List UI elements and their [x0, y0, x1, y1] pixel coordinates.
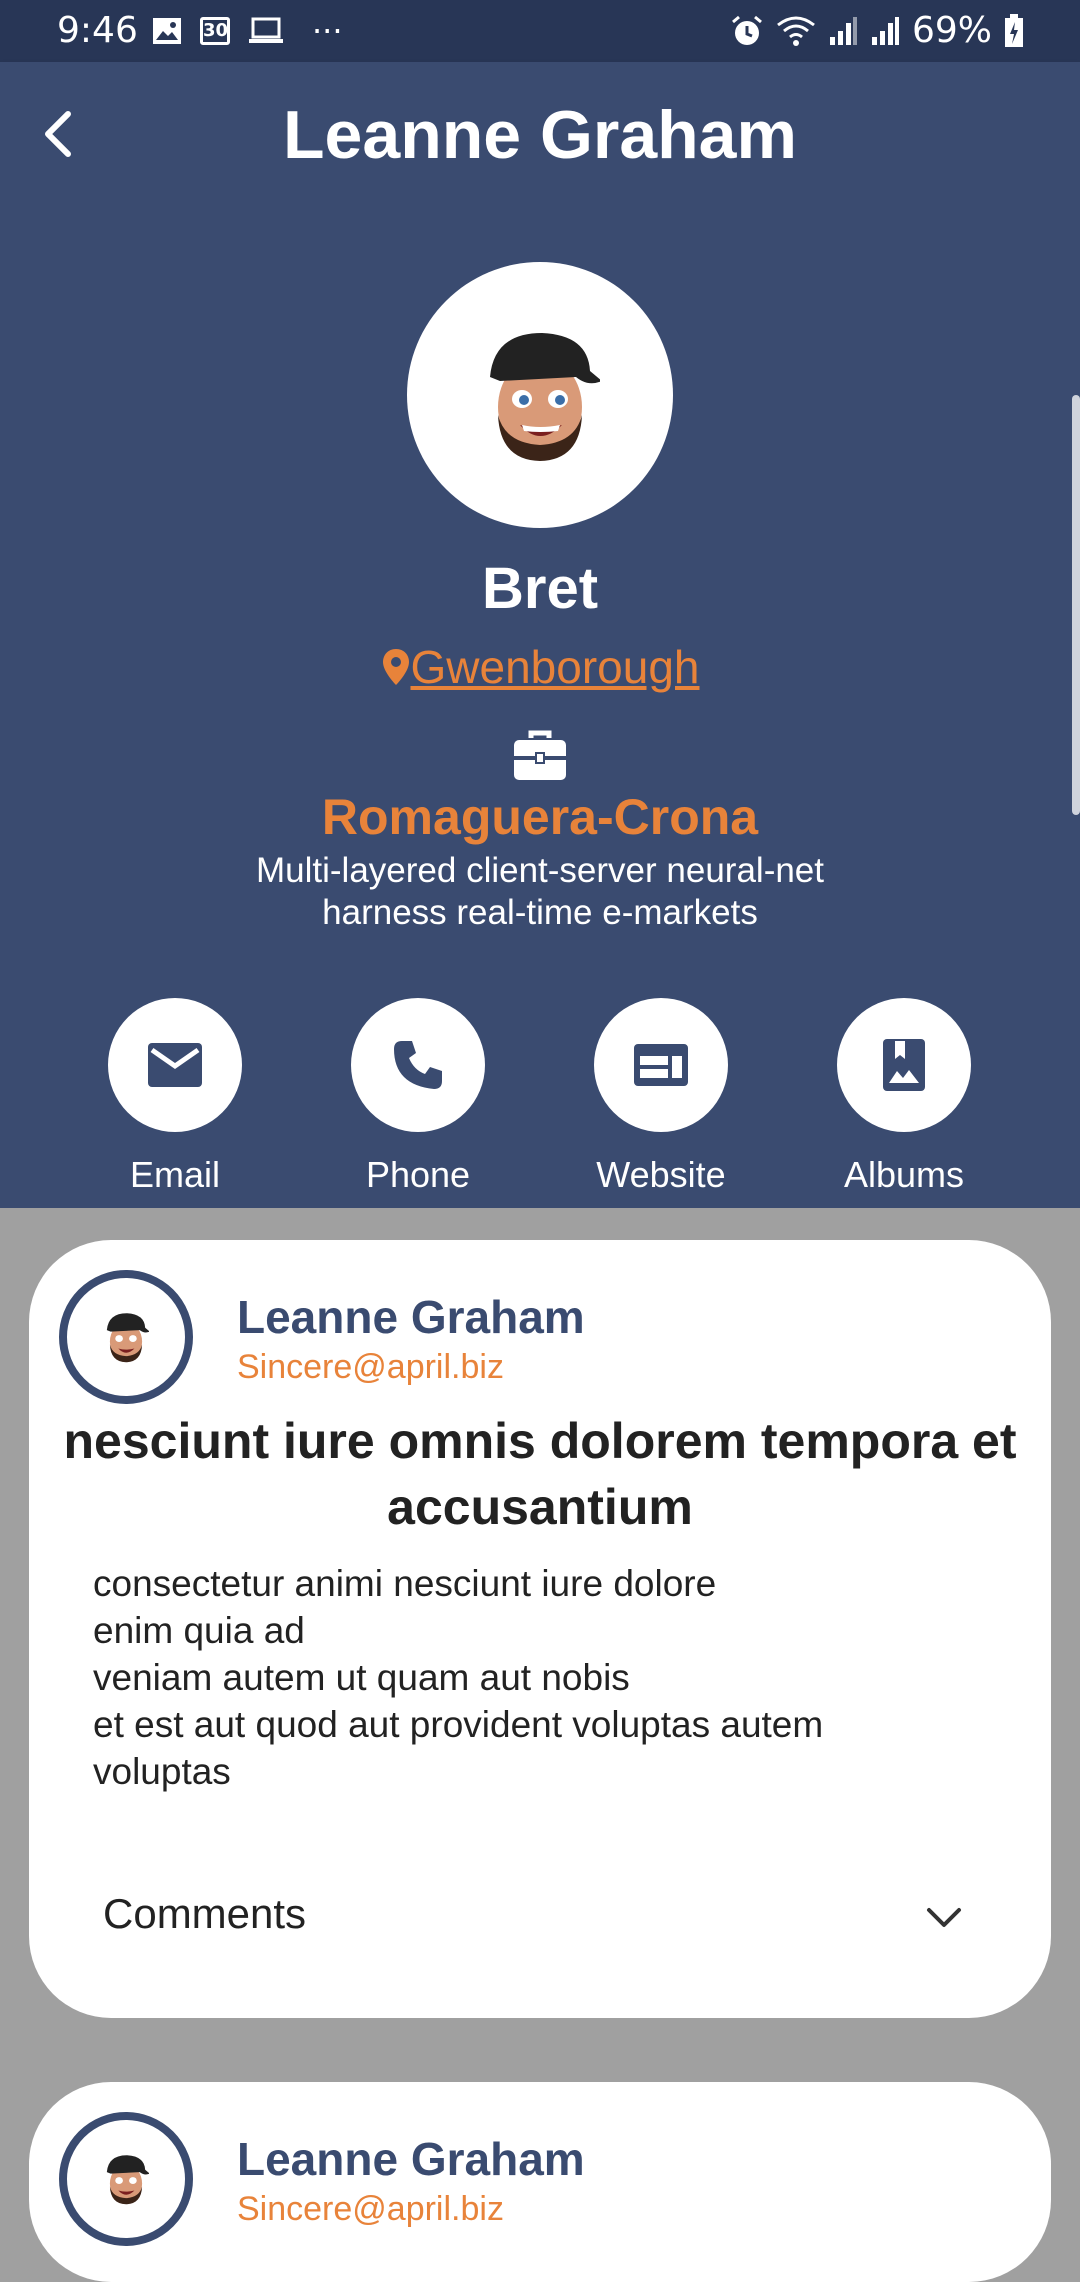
phone-button[interactable]: Phone — [318, 998, 518, 1196]
post-author-avatar — [59, 1270, 193, 1404]
post-author-name: Leanne Graham — [237, 1291, 585, 1343]
phone-icon — [394, 1041, 442, 1089]
calendar-badge-icon: 30 — [200, 17, 230, 45]
page-title: Leanne Graham — [283, 97, 797, 173]
comments-toggle-label[interactable]: Comments — [103, 1890, 306, 1938]
wifi-icon — [777, 16, 815, 46]
email-button[interactable]: Email — [75, 998, 275, 1196]
battery-percent: 69% — [911, 10, 992, 51]
signal-icon-2 — [871, 16, 899, 45]
username: Bret — [481, 556, 599, 621]
website-button[interactable]: Website — [561, 998, 761, 1196]
status-overflow-icon: ··· — [312, 12, 343, 50]
profile-header: Bret Gwenborough Romaguera-Crona Multi-l… — [0, 210, 1080, 1208]
albums-button[interactable]: Albums — [804, 998, 1004, 1196]
status-time: 9:46 — [57, 10, 138, 51]
scrollbar-thumb[interactable] — [1072, 395, 1080, 815]
albums-label: Albums — [843, 1154, 965, 1195]
web-icon — [634, 1044, 688, 1086]
post-author-avatar — [59, 2112, 193, 2246]
catchphrase-line-2: harness real-time e-markets — [322, 893, 758, 932]
albums-circle[interactable] — [837, 998, 971, 1132]
mail-icon — [148, 1043, 202, 1087]
avatar — [407, 262, 673, 528]
photo-album-icon — [883, 1039, 925, 1091]
alarm-icon — [732, 15, 762, 45]
app-bar: Leanne Graham — [0, 62, 1080, 210]
phone-label: Phone — [365, 1154, 471, 1195]
status-bar: 9:46 30 ··· 69% — [0, 0, 1080, 62]
chevron-down-icon[interactable] — [921, 1898, 967, 1938]
catchphrase-line-1: Multi-layered client-server neural-net — [256, 851, 824, 890]
location-link[interactable]: Gwenborough — [0, 640, 1080, 694]
briefcase-icon — [514, 730, 566, 780]
image-icon — [153, 18, 181, 44]
memoji-avatar-icon — [106, 2155, 149, 2205]
post-author-email: Sincere@april.biz — [237, 1348, 504, 1386]
memoji-avatar-icon — [106, 1313, 149, 1363]
post-title: nesciunt iure omnis dolorem tempora et a… — [63, 1413, 1017, 1535]
battery-icon — [1005, 13, 1023, 47]
location-pin-icon — [382, 649, 409, 685]
website-label: Website — [596, 1154, 726, 1195]
phone-circle[interactable] — [351, 998, 485, 1132]
post-author-email: Sincere@april.biz — [237, 2190, 504, 2228]
post-card: Leanne Graham Sincere@april.biz nesciunt… — [29, 1240, 1051, 2018]
company-name: Romaguera-Crona — [321, 789, 759, 845]
laptop-icon — [249, 17, 283, 43]
signal-icon-1 — [829, 16, 857, 45]
post-card: Leanne Graham Sincere@april.biz — [29, 2082, 1051, 2282]
company-catchphrase: Multi-layered client-server neural-net h… — [0, 850, 1080, 934]
post-body: consectetur animi nesciunt iure dolore e… — [93, 1563, 824, 1792]
email-label: Email — [129, 1154, 221, 1195]
post-author-name: Leanne Graham — [237, 2133, 585, 2185]
email-circle[interactable] — [108, 998, 242, 1132]
city-name[interactable]: Gwenborough — [411, 641, 700, 693]
website-circle[interactable] — [594, 998, 728, 1132]
memoji-avatar-icon — [490, 333, 600, 461]
